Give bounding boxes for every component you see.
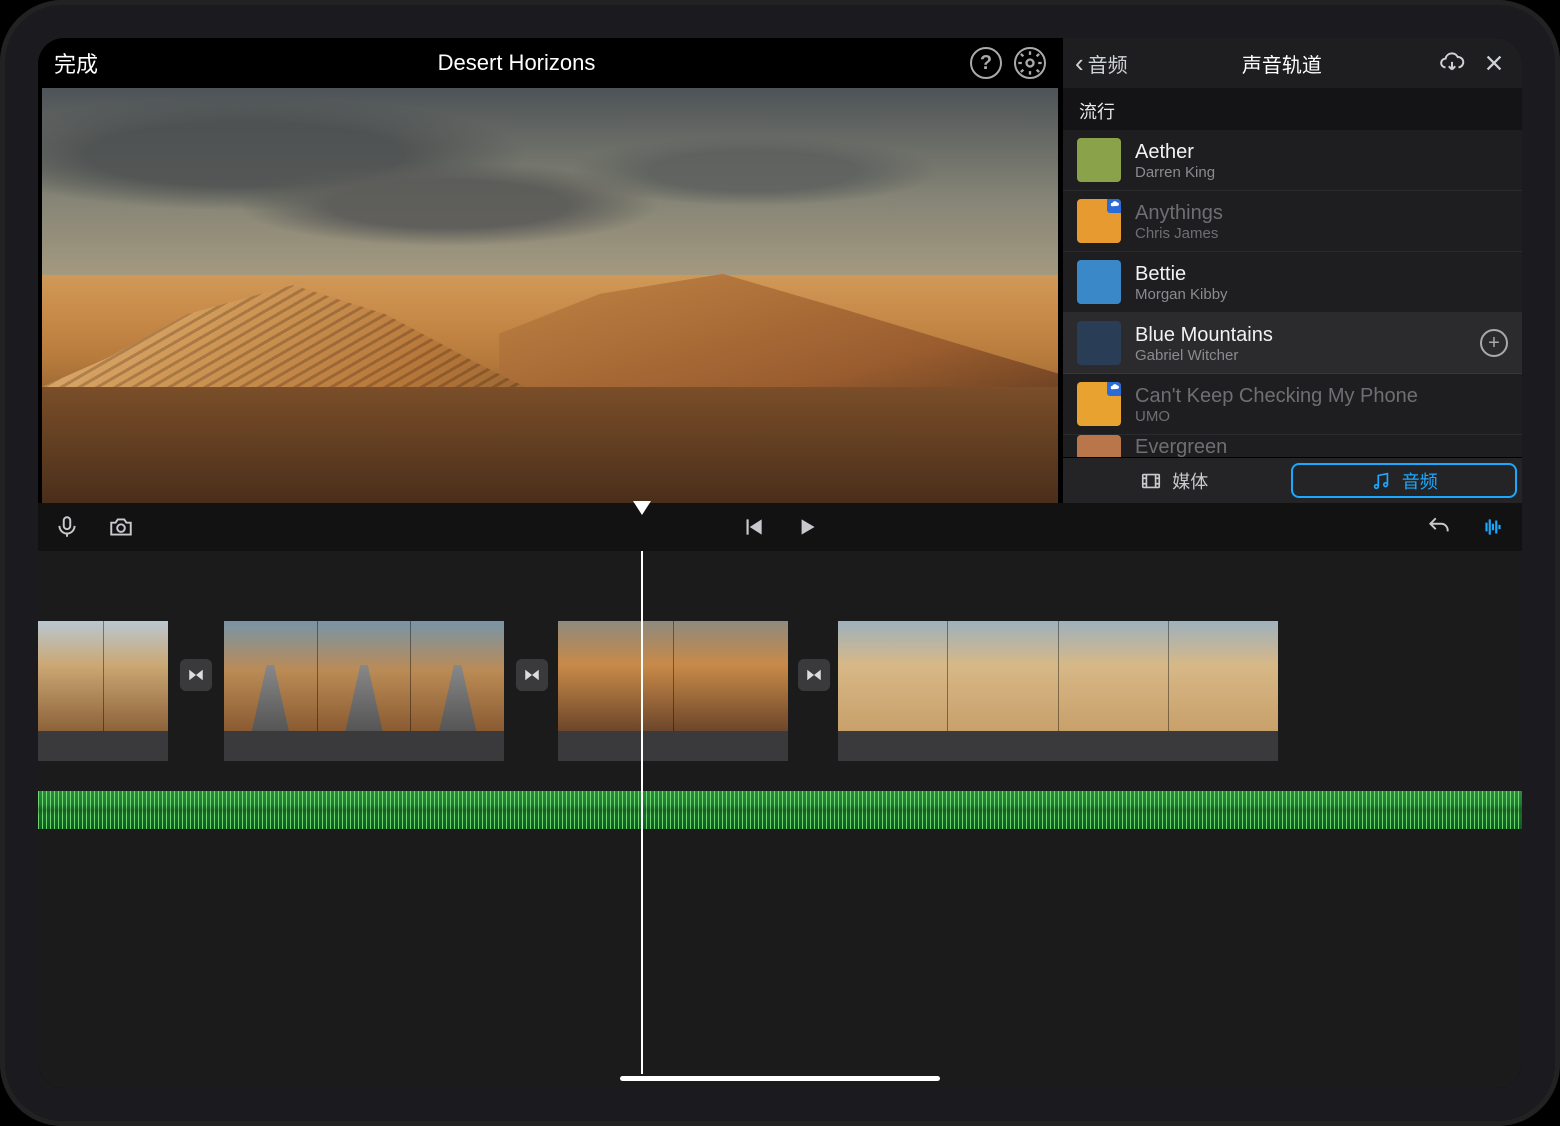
track-row[interactable]: Blue MountainsGabriel Witcher + xyxy=(1063,313,1522,374)
gear-icon[interactable] xyxy=(1014,47,1046,79)
track-title: Can't Keep Checking My Phone xyxy=(1135,384,1508,408)
track-title: Bettie xyxy=(1135,262,1508,286)
ipad-frame: 完成 Desert Horizons ? xyxy=(0,0,1560,1126)
panel-title: 声音轨道 xyxy=(1138,49,1426,78)
track-artist: Gabriel Witcher xyxy=(1135,347,1466,364)
media-browser-panel: ‹ 音频 声音轨道 流行 AetherDarren KingAnythingsC… xyxy=(1062,38,1522,503)
transition-button[interactable] xyxy=(516,659,548,691)
undo-icon[interactable] xyxy=(1426,514,1452,540)
camera-icon[interactable] xyxy=(108,514,134,540)
track-thumbnail xyxy=(1077,382,1121,426)
track-row[interactable]: BettieMorgan Kibby xyxy=(1063,252,1522,313)
tab-media[interactable]: 媒体 xyxy=(1063,458,1286,503)
track-title: Blue Mountains xyxy=(1135,323,1466,347)
waveform-icon xyxy=(38,791,1522,829)
chevron-left-icon: ‹ xyxy=(1075,50,1084,76)
track-title: Evergreen xyxy=(1135,435,1508,457)
video-clip[interactable] xyxy=(558,621,788,731)
project-title: Desert Horizons xyxy=(75,50,958,76)
add-track-button[interactable]: + xyxy=(1480,329,1508,357)
playhead[interactable] xyxy=(641,551,643,1074)
tab-audio[interactable]: 音频 xyxy=(1291,463,1518,498)
video-clip[interactable] xyxy=(838,621,1278,731)
track-meta: AnythingsChris James xyxy=(1135,201,1508,242)
playhead-marker-icon xyxy=(633,501,651,515)
timeline[interactable] xyxy=(38,551,1522,1088)
cloud-badge-icon xyxy=(1107,199,1121,213)
track-thumbnail xyxy=(1077,138,1121,182)
track-thumbnail xyxy=(1077,321,1121,365)
panel-back-button[interactable]: ‹ 音频 xyxy=(1075,49,1128,78)
transition-button[interactable] xyxy=(180,659,212,691)
app-screen: 完成 Desert Horizons ? xyxy=(38,38,1522,1088)
help-icon[interactable]: ? xyxy=(970,47,1002,79)
track-artist: UMO xyxy=(1135,408,1508,425)
skip-back-icon[interactable] xyxy=(740,514,766,540)
back-label: 音频 xyxy=(1088,49,1128,78)
track-artist: Morgan Kibby xyxy=(1135,286,1508,303)
track-thumbnail xyxy=(1077,199,1121,243)
track-row[interactable]: AetherDarren King xyxy=(1063,130,1522,191)
track-title: Aether xyxy=(1135,140,1508,164)
cloud-download-icon[interactable] xyxy=(1436,47,1468,79)
track-thumbnail xyxy=(1077,260,1121,304)
track-meta: Evergreen xyxy=(1135,435,1508,457)
panel-tabs: 媒体 音频 xyxy=(1063,457,1522,503)
track-meta: Can't Keep Checking My PhoneUMO xyxy=(1135,384,1508,425)
panel-header: ‹ 音频 声音轨道 xyxy=(1063,38,1522,88)
close-icon[interactable] xyxy=(1478,47,1510,79)
video-viewer[interactable] xyxy=(42,88,1058,503)
track-meta: BettieMorgan Kibby xyxy=(1135,262,1508,303)
track-meta: AetherDarren King xyxy=(1135,140,1508,181)
video-track[interactable] xyxy=(38,621,1522,761)
track-row[interactable]: AnythingsChris James xyxy=(1063,191,1522,252)
top-toolbar: 完成 Desert Horizons ? xyxy=(38,38,1062,88)
viewer-column: 完成 Desert Horizons ? xyxy=(38,38,1062,503)
track-row[interactable]: Can't Keep Checking My PhoneUMO xyxy=(1063,374,1522,435)
track-thumbnail xyxy=(1077,435,1121,457)
tab-audio-label: 音频 xyxy=(1402,468,1438,494)
track-artist: Chris James xyxy=(1135,225,1508,242)
video-clip[interactable] xyxy=(224,621,504,731)
cloud-badge-icon xyxy=(1107,382,1121,396)
home-indicator[interactable] xyxy=(620,1076,940,1081)
video-clip[interactable] xyxy=(38,621,168,731)
track-list[interactable]: AetherDarren King AnythingsChris James Bet… xyxy=(1063,130,1522,457)
play-icon[interactable] xyxy=(794,514,820,540)
track-meta: Blue MountainsGabriel Witcher xyxy=(1135,323,1466,364)
microphone-icon[interactable] xyxy=(54,514,80,540)
track-artist: Darren King xyxy=(1135,164,1508,181)
waveform-toggle-icon[interactable] xyxy=(1480,514,1506,540)
timeline-toolbar xyxy=(38,503,1522,551)
audio-track[interactable] xyxy=(38,791,1522,829)
transition-button[interactable] xyxy=(798,659,830,691)
section-label: 流行 xyxy=(1063,88,1522,130)
track-row[interactable]: Evergreen xyxy=(1063,435,1522,457)
track-title: Anythings xyxy=(1135,201,1508,225)
tab-media-label: 媒体 xyxy=(1172,468,1208,494)
